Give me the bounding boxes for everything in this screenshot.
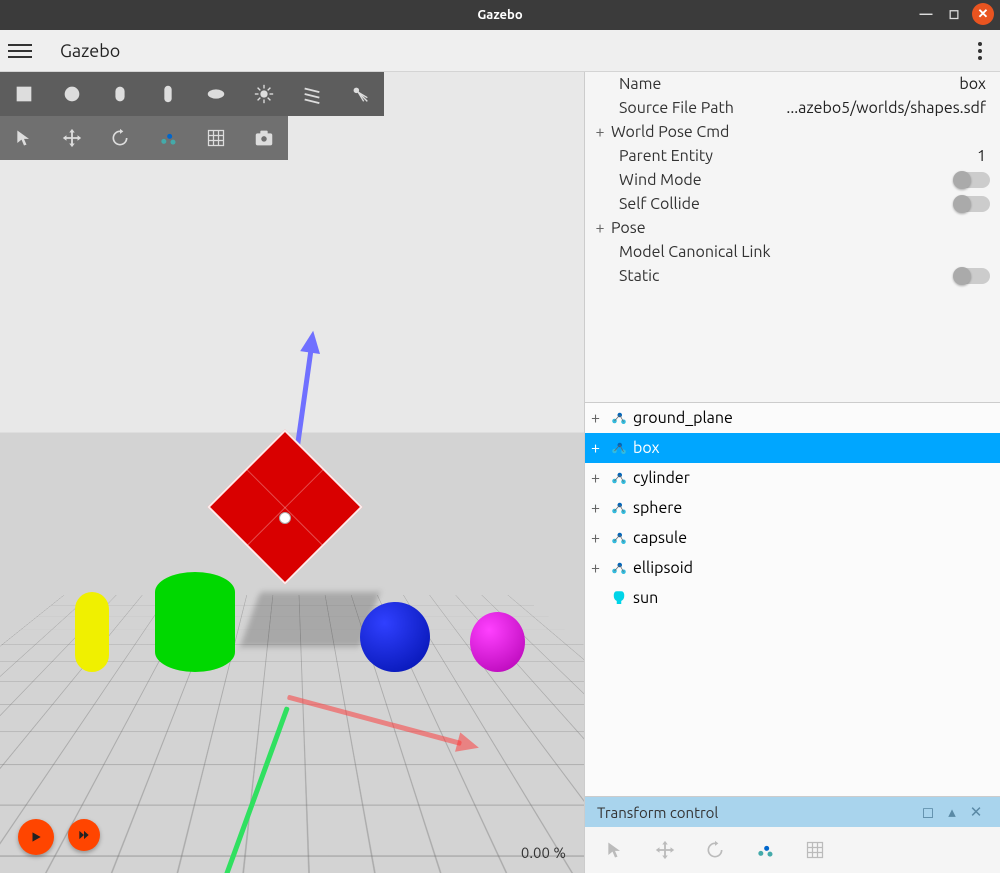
expand-icon[interactable]: + — [591, 409, 605, 427]
insert-ellipsoid-icon[interactable] — [192, 72, 240, 116]
screenshot-tool-icon[interactable] — [240, 116, 288, 160]
expand-icon[interactable]: + — [593, 219, 607, 237]
tree-item-label: ellipsoid — [633, 559, 693, 577]
app-name: Gazebo — [60, 41, 120, 61]
prop-static: Static — [589, 264, 994, 288]
wind-mode-toggle[interactable] — [954, 172, 990, 188]
transform-control-header: Transform control ◻ ▴ ✕ — [585, 797, 1000, 827]
tc-select-icon[interactable] — [595, 830, 635, 870]
window-title: Gazebo — [477, 8, 522, 22]
maximize-button[interactable]: ◻ — [944, 4, 964, 24]
tool-toolbar — [0, 116, 288, 160]
expand-icon[interactable]: + — [591, 439, 605, 457]
entity-tree: + ground_plane + box + cylinder + sphere + capsul… — [585, 402, 1000, 796]
select-tool-icon[interactable] — [0, 116, 48, 160]
model-icon — [609, 498, 629, 518]
scene-cylinder[interactable] — [155, 572, 235, 672]
tree-item-label: box — [633, 439, 660, 457]
play-button[interactable] — [18, 819, 54, 855]
model-icon — [609, 528, 629, 548]
expand-icon[interactable]: + — [591, 499, 605, 517]
prop-canonical-link: Model Canonical Link — [589, 240, 994, 264]
titlebar: Gazebo — ◻ ✕ — [0, 0, 1000, 30]
expand-icon[interactable]: + — [593, 123, 607, 141]
insert-spot-light-icon[interactable] — [336, 72, 384, 116]
scene-sphere[interactable] — [360, 602, 430, 672]
prop-wind-mode: Wind Mode — [589, 168, 994, 192]
expand-icon[interactable]: + — [591, 559, 605, 577]
properties-panel: Namebox Source File Path...azebo5/worlds… — [585, 72, 1000, 292]
insert-point-light-icon[interactable] — [240, 72, 288, 116]
insert-directional-light-icon[interactable] — [288, 72, 336, 116]
menu-hamburger-icon[interactable] — [8, 39, 32, 63]
prop-parent-entity: Parent Entity1 — [589, 144, 994, 168]
self-collide-toggle[interactable] — [954, 196, 990, 212]
panel-maximize-icon[interactable]: ◻ — [916, 803, 940, 821]
realtime-factor: 0.00 % — [521, 844, 566, 861]
tree-item-capsule[interactable]: + capsule — [585, 523, 1000, 553]
prop-source-file: Source File Path...azebo5/worlds/shapes.… — [589, 96, 994, 120]
tree-item-sphere[interactable]: + sphere — [585, 493, 1000, 523]
joint-tool-icon[interactable] — [144, 116, 192, 160]
expand-icon[interactable]: + — [591, 469, 605, 487]
model-icon — [609, 408, 629, 428]
scene-box[interactable] — [207, 429, 363, 585]
transform-control-panel: Transform control ◻ ▴ ✕ — [585, 796, 1000, 873]
tree-item-label: sphere — [633, 499, 682, 517]
scene-background — [0, 72, 584, 873]
tree-item-label: ground_plane — [633, 409, 733, 427]
minimize-button[interactable]: — — [916, 4, 936, 24]
step-button[interactable] — [68, 819, 100, 851]
model-icon — [609, 438, 629, 458]
transform-control-title: Transform control — [597, 804, 718, 821]
panel-collapse-icon[interactable]: ▴ — [940, 803, 964, 821]
tree-item-label: sun — [633, 589, 658, 607]
transform-toolbar — [585, 827, 1000, 873]
prop-name: Namebox — [589, 72, 994, 96]
tree-item-ellipsoid[interactable]: + ellipsoid — [585, 553, 1000, 583]
scene-capsule[interactable] — [75, 592, 109, 672]
static-toggle[interactable] — [954, 268, 990, 284]
grid-tool-icon[interactable] — [192, 116, 240, 160]
insert-sphere-icon[interactable] — [48, 72, 96, 116]
rotate-tool-icon[interactable] — [96, 116, 144, 160]
tc-rotate-icon[interactable] — [695, 830, 735, 870]
tree-item-sun[interactable]: sun — [585, 583, 1000, 613]
close-button[interactable]: ✕ — [972, 3, 994, 25]
tree-item-label: capsule — [633, 529, 687, 547]
light-icon — [609, 588, 629, 608]
app-header: Gazebo — [0, 30, 1000, 72]
tc-translate-icon[interactable] — [645, 830, 685, 870]
scene-ellipsoid[interactable] — [470, 612, 525, 672]
tree-item-label: cylinder — [633, 469, 690, 487]
panel-close-icon[interactable]: ✕ — [964, 803, 988, 821]
insert-capsule-icon[interactable] — [144, 72, 192, 116]
tree-item-cylinder[interactable]: + cylinder — [585, 463, 1000, 493]
box-shadow — [240, 592, 380, 647]
tree-item-box[interactable]: + box — [585, 433, 1000, 463]
kebab-menu-icon[interactable] — [968, 39, 992, 63]
translate-tool-icon[interactable] — [48, 116, 96, 160]
prop-pose[interactable]: +Pose — [589, 216, 994, 240]
insert-cylinder-icon[interactable] — [96, 72, 144, 116]
prop-self-collide: Self Collide — [589, 192, 994, 216]
insert-box-icon[interactable] — [0, 72, 48, 116]
right-panel: Namebox Source File Path...azebo5/worlds… — [584, 72, 1000, 873]
prop-world-pose-cmd[interactable]: +World Pose Cmd — [589, 120, 994, 144]
tc-snap-icon[interactable] — [795, 830, 835, 870]
expand-icon[interactable]: + — [591, 529, 605, 547]
shape-toolbar — [0, 72, 384, 116]
model-icon — [609, 468, 629, 488]
playback-controls — [18, 819, 100, 855]
tree-item-ground-plane[interactable]: + ground_plane — [585, 403, 1000, 433]
gizmo-pivot[interactable] — [279, 512, 291, 524]
viewport-3d[interactable]: 0.00 % — [0, 72, 584, 873]
model-icon — [609, 558, 629, 578]
tc-joint-icon[interactable] — [745, 830, 785, 870]
